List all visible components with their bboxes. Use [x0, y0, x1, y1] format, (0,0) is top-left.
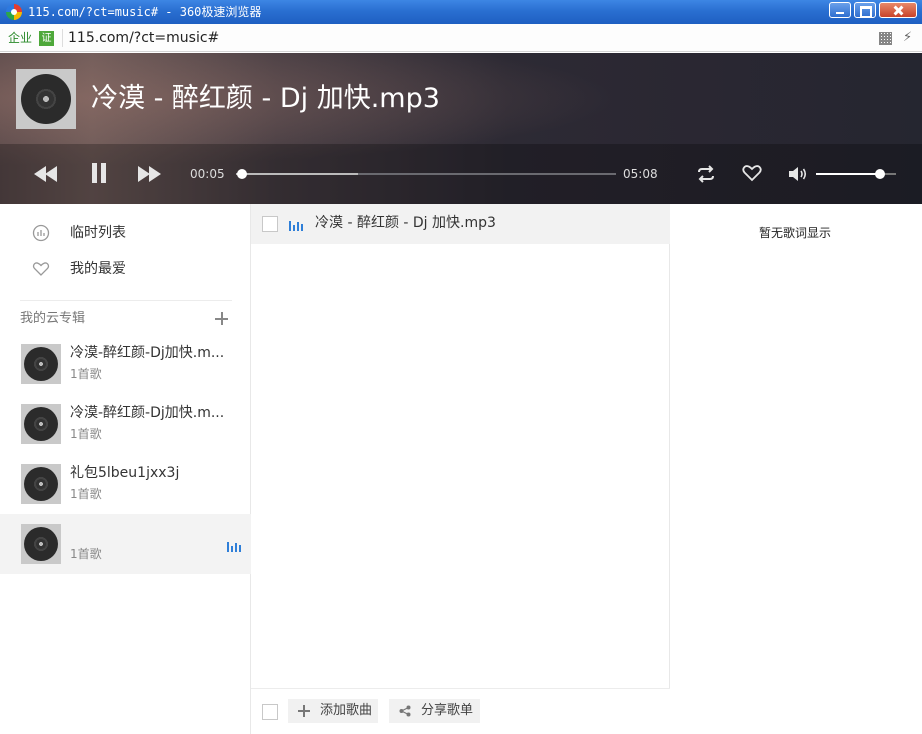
cert-badge[interactable]: 证	[39, 31, 54, 46]
album-count: 1首歌	[70, 367, 102, 381]
sidebar-divider	[20, 300, 232, 301]
lightning-icon[interactable]: ⚡	[903, 30, 912, 46]
lyrics-panel: 暂无歌词显示	[670, 204, 922, 734]
album-item[interactable]: 礼包5lbeu1jxx3j 1首歌	[0, 454, 251, 514]
qr-code-icon[interactable]	[879, 32, 892, 45]
sidebar-item-favorites[interactable]: 我的最爱	[0, 252, 251, 286]
address-bar: 企业 证 115.com/?ct=music# ⚡	[0, 24, 922, 52]
select-all-checkbox[interactable]	[262, 704, 278, 720]
album-cover	[21, 464, 61, 504]
browser-logo-icon	[6, 4, 22, 20]
album-count: 1首歌	[70, 487, 102, 501]
track-title: 冷漠 - 醉红颜 - Dj 加快.mp3	[315, 215, 496, 231]
album-cover	[21, 404, 61, 444]
track-list-footer: 添加歌曲 分享歌单	[251, 688, 670, 734]
add-album-button[interactable]	[214, 311, 230, 327]
track-list: 冷漠 - 醉红颜 - Dj 加快.mp3 添加歌曲 分享歌单	[251, 204, 670, 734]
volume-fill	[816, 173, 880, 175]
album-name: 冷漠-醉红颜-Dj加快.m...	[70, 405, 225, 421]
cert-label[interactable]: 企业	[8, 31, 32, 45]
sidebar-item-label: 我的最爱	[70, 261, 126, 277]
disc-icon	[24, 527, 58, 561]
volume-knob[interactable]	[875, 169, 885, 179]
album-cover	[16, 69, 76, 129]
pause-button[interactable]	[90, 163, 108, 183]
cloud-albums-heading: 我的云专辑	[20, 311, 86, 326]
disc-icon	[24, 467, 58, 501]
player-controls: 00:05 05:08	[0, 144, 922, 204]
address-separator	[62, 29, 63, 47]
share-playlist-label: 分享歌单	[421, 703, 474, 718]
share-playlist-button[interactable]: 分享歌单	[389, 699, 480, 723]
maximize-button[interactable]	[854, 2, 876, 18]
previous-button[interactable]	[32, 164, 60, 184]
album-count: 1首歌	[70, 547, 102, 561]
next-button[interactable]	[136, 164, 164, 184]
now-playing-icon	[289, 221, 303, 231]
progress-knob[interactable]	[237, 169, 248, 179]
album-item[interactable]: 冷漠-醉红颜-Dj加快.m... 1首歌	[0, 394, 251, 454]
album-cover	[21, 344, 61, 384]
album-name: 礼包5lbeu1jxx3j	[70, 465, 180, 481]
progress-buffered	[236, 173, 358, 175]
now-playing-icon	[227, 542, 241, 552]
add-song-button[interactable]: 添加歌曲	[288, 699, 378, 723]
sidebar: 临时列表 我的最爱 我的云专辑 冷漠-醉红颜-Dj加快.m... 1首歌 冷漠-…	[0, 204, 251, 734]
sidebar-item-temp-list[interactable]: 临时列表	[0, 216, 251, 250]
disc-icon	[24, 347, 58, 381]
plus-icon	[298, 705, 310, 717]
favorite-heart-icon[interactable]	[741, 163, 763, 183]
lyrics-empty-message: 暂无歌词显示	[758, 226, 831, 240]
sidebar-item-label: 临时列表	[70, 225, 126, 241]
share-icon	[399, 705, 411, 717]
volume-icon[interactable]	[787, 164, 809, 184]
heart-icon	[32, 262, 50, 276]
window-title: 115.com/?ct=music# - 360极速浏览器	[28, 5, 262, 19]
album-cover	[21, 524, 61, 564]
track-row[interactable]: 冷漠 - 醉红颜 - Dj 加快.mp3	[251, 204, 670, 244]
album-item-active[interactable]: 1首歌	[0, 514, 251, 574]
window-titlebar: 115.com/?ct=music# - 360极速浏览器	[0, 0, 922, 24]
repeat-icon[interactable]	[695, 164, 717, 184]
close-button[interactable]	[879, 2, 917, 18]
now-playing-title: 冷漠 - 醉红颜 - Dj 加快.mp3	[91, 83, 440, 114]
album-count: 1首歌	[70, 427, 102, 441]
url-input[interactable]: 115.com/?ct=music#	[68, 29, 219, 47]
disc-icon	[24, 407, 58, 441]
temp-list-icon	[32, 224, 50, 242]
album-name: 冷漠-醉红颜-Dj加快.m...	[70, 345, 225, 361]
current-time: 00:05	[190, 167, 225, 181]
volume-slider[interactable]	[816, 169, 896, 179]
add-song-label: 添加歌曲	[320, 703, 373, 718]
total-time: 05:08	[623, 167, 658, 181]
progress-bar[interactable]	[236, 169, 616, 179]
disc-icon	[21, 74, 71, 124]
player-header: 冷漠 - 醉红颜 - Dj 加快.mp3 00:05 05:08	[0, 53, 922, 204]
minimize-button[interactable]	[829, 2, 851, 18]
album-item[interactable]: 冷漠-醉红颜-Dj加快.m... 1首歌	[0, 334, 251, 394]
track-checkbox[interactable]	[262, 216, 278, 232]
